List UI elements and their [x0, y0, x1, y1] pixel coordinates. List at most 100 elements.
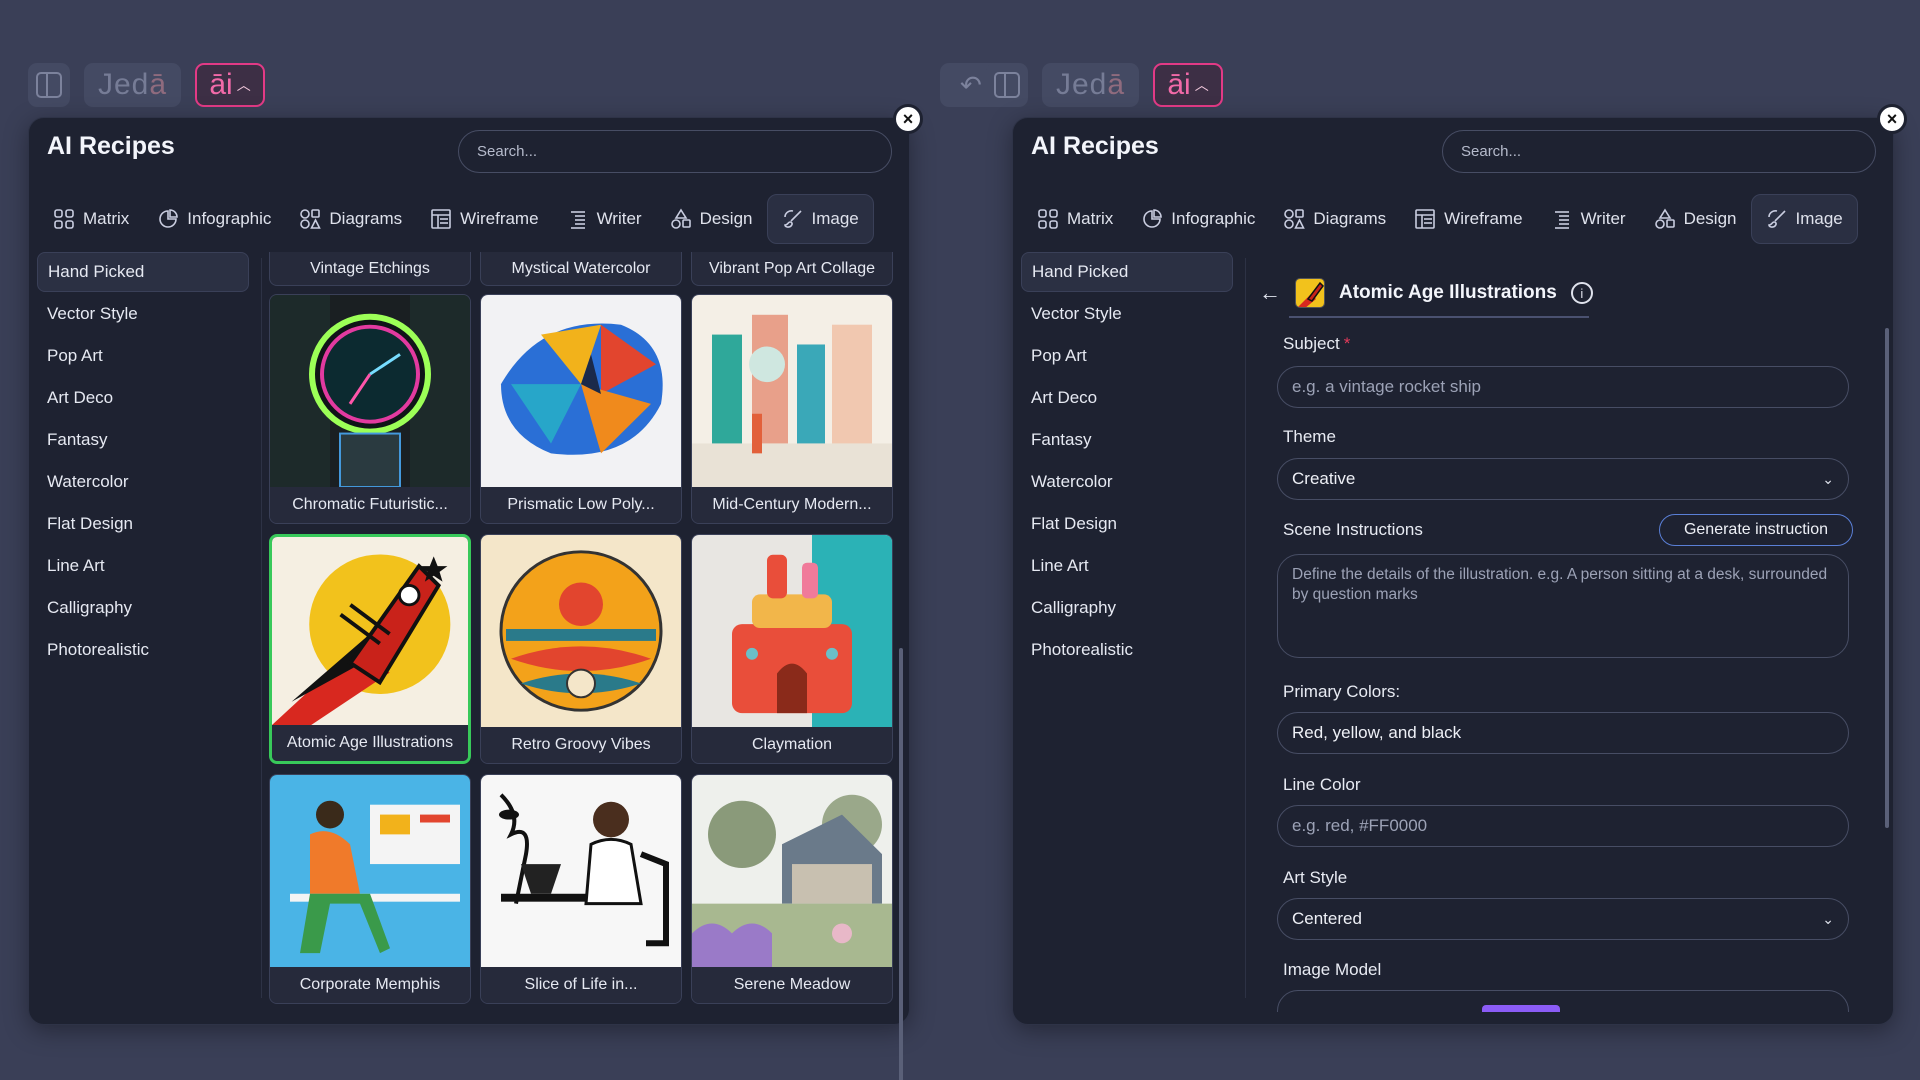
search-input[interactable]: [458, 130, 892, 173]
info-icon[interactable]: i: [1570, 282, 1593, 304]
sidebar-item-calligraphy[interactable]: Calligraphy: [1021, 588, 1233, 628]
chevron-down-icon: ⌄: [1822, 910, 1834, 927]
tab-label: Matrix: [83, 209, 130, 228]
tab-label: Infographic: [1171, 209, 1256, 228]
sidebar-item-calligraphy[interactable]: Calligraphy: [37, 588, 249, 628]
recipe-card-vibrant-pop-art-collage[interactable]: Vibrant Pop Art Collage: [691, 252, 893, 286]
sidebar-item-hand-picked[interactable]: Hand Picked: [37, 252, 249, 292]
tab-wireframe[interactable]: Wireframe: [1400, 194, 1536, 244]
sidebar-item-vector-style[interactable]: Vector Style: [37, 294, 249, 334]
line-color-input[interactable]: e.g. red, #FF0000: [1277, 805, 1849, 847]
tab-writer[interactable]: Writer: [553, 194, 656, 244]
grid-icon: [53, 208, 75, 230]
sidebar-item-vector-style[interactable]: Vector Style: [1021, 294, 1233, 334]
theme-select[interactable]: Creative ⌄: [1277, 458, 1849, 500]
primary-colors-label: Primary Colors:: [1283, 682, 1401, 701]
sidebar-item-line-art[interactable]: Line Art: [1021, 546, 1233, 586]
tab-label: Matrix: [1067, 209, 1114, 228]
close-icon[interactable]: ×: [893, 104, 923, 134]
toggle-sidebar-button-right[interactable]: [986, 63, 1028, 107]
recipe-card-vintage-etchings[interactable]: Vintage Etchings: [269, 252, 471, 286]
primary-colors-input[interactable]: Red, yellow, and black: [1277, 712, 1849, 754]
image-model-label: Image Model: [1283, 960, 1382, 979]
sidebar-item-photorealistic[interactable]: Photorealistic: [1021, 630, 1233, 670]
tab-image[interactable]: Image: [1750, 194, 1858, 244]
image-model-select[interactable]: ⌄: [1277, 990, 1849, 1012]
recipe-card-mid-century-modern[interactable]: Mid-Century Modern...: [691, 294, 893, 524]
recipe-card-serene-meadow[interactable]: Serene Meadow: [691, 774, 893, 1004]
tab-diagrams[interactable]: Diagrams: [285, 194, 416, 244]
tab-wireframe[interactable]: Wireframe: [416, 194, 552, 244]
recipe-card-slice-of-life[interactable]: Slice of Life in...: [480, 774, 682, 1004]
toggle-sidebar-button[interactable]: [28, 63, 70, 107]
sidebar-item-fantasy[interactable]: Fantasy: [1021, 420, 1233, 460]
tab-diagrams[interactable]: Diagrams: [1269, 194, 1400, 244]
art-style-select[interactable]: Centered ⌄: [1277, 898, 1849, 940]
jeda-logo-button-right[interactable]: Jed ā: [1042, 63, 1140, 107]
model-badge: [1482, 1005, 1560, 1012]
design-shapes-icon: [1654, 208, 1676, 230]
sidebar-item-hand-picked[interactable]: Hand Picked: [1021, 252, 1233, 292]
card-label: Atomic Age Illustrations: [272, 725, 468, 761]
retro-groovy-image: [481, 535, 681, 727]
back-arrow-icon[interactable]: ←: [1259, 280, 1281, 306]
sidebar-item-pop-art[interactable]: Pop Art: [1021, 336, 1233, 376]
chromatic-watch-image: [270, 295, 470, 487]
tab-image[interactable]: Image: [766, 194, 874, 244]
tab-infographic[interactable]: Infographic: [1127, 194, 1269, 244]
tab-infographic[interactable]: Infographic: [143, 194, 285, 244]
recipe-form: ← Atomic Age Illustrations i Subject * e.…: [1247, 252, 1867, 1012]
ai-menu-button[interactable]: āi ︿: [195, 63, 266, 107]
search-input[interactable]: [1442, 130, 1876, 173]
recipe-card-claymation[interactable]: Claymation: [691, 534, 893, 764]
ai-menu-button-right[interactable]: āi ︿: [1153, 63, 1224, 107]
tab-design[interactable]: Design: [1640, 194, 1751, 244]
sidebar-divider: [1245, 258, 1246, 998]
form-header: ← Atomic Age Illustrations i: [1259, 278, 1593, 308]
serene-meadow-image: [692, 775, 892, 967]
theme-value: Creative: [1292, 469, 1356, 488]
recipe-card-atomic-age-illustrations[interactable]: Atomic Age Illustrations: [269, 534, 471, 764]
sidebar-item-watercolor[interactable]: Watercolor: [37, 462, 249, 502]
recipe-card-chromatic-futuristic[interactable]: Chromatic Futuristic...: [269, 294, 471, 524]
recipe-card-prismatic-low-poly[interactable]: Prismatic Low Poly...: [480, 294, 682, 524]
jeda-logo-text: Jed: [98, 68, 150, 101]
sidebar-divider: [261, 258, 262, 998]
grid-icon: [1037, 208, 1059, 230]
card-label: Mid-Century Modern...: [692, 487, 892, 523]
scene-instructions-textarea[interactable]: Define the details of the illustration. …: [1277, 554, 1849, 658]
tab-label: Image: [1795, 209, 1843, 228]
ai-label: āi: [1167, 68, 1191, 101]
tab-design[interactable]: Design: [656, 194, 767, 244]
close-icon[interactable]: ×: [1877, 104, 1907, 134]
recipe-card-mystical-watercolor[interactable]: Mystical Watercolor: [480, 252, 682, 286]
tab-matrix[interactable]: Matrix: [1023, 194, 1127, 244]
subject-input[interactable]: e.g. a vintage rocket ship: [1277, 366, 1849, 408]
tab-matrix[interactable]: Matrix: [39, 194, 143, 244]
grid-scrollbar[interactable]: [899, 648, 903, 1080]
form-scrollbar[interactable]: [1885, 328, 1889, 828]
sidebar-item-pop-art[interactable]: Pop Art: [37, 336, 249, 376]
style-sidebar: Hand Picked Vector Style Pop Art Art Dec…: [1021, 252, 1233, 672]
sidebar-item-art-deco[interactable]: Art Deco: [37, 378, 249, 418]
jeda-logo-button[interactable]: Jed ā: [84, 63, 182, 107]
tab-writer[interactable]: Writer: [1537, 194, 1640, 244]
sidebar-item-watercolor[interactable]: Watercolor: [1021, 462, 1233, 502]
mid-century-city-image: [692, 295, 892, 487]
sidebar-panel-icon: [994, 72, 1020, 98]
subject-label: Subject *: [1283, 334, 1351, 353]
generate-instruction-button[interactable]: Generate instruction: [1659, 514, 1853, 546]
jeda-logo-accent: ā: [1107, 68, 1126, 101]
card-label: Serene Meadow: [692, 967, 892, 1003]
sidebar-item-flat-design[interactable]: Flat Design: [1021, 504, 1233, 544]
undo-icon: ↶: [960, 69, 982, 100]
recipe-card-corporate-memphis[interactable]: Corporate Memphis: [269, 774, 471, 1004]
sidebar-item-photorealistic[interactable]: Photorealistic: [37, 630, 249, 670]
sidebar-item-art-deco[interactable]: Art Deco: [1021, 378, 1233, 418]
tab-label: Writer: [596, 209, 642, 228]
recipe-card-retro-groovy-vibes[interactable]: Retro Groovy Vibes: [480, 534, 682, 764]
sidebar-item-line-art[interactable]: Line Art: [37, 546, 249, 586]
sidebar-item-fantasy[interactable]: Fantasy: [37, 420, 249, 460]
sidebar-item-flat-design[interactable]: Flat Design: [37, 504, 249, 544]
atomic-rocket-image: [272, 537, 468, 725]
